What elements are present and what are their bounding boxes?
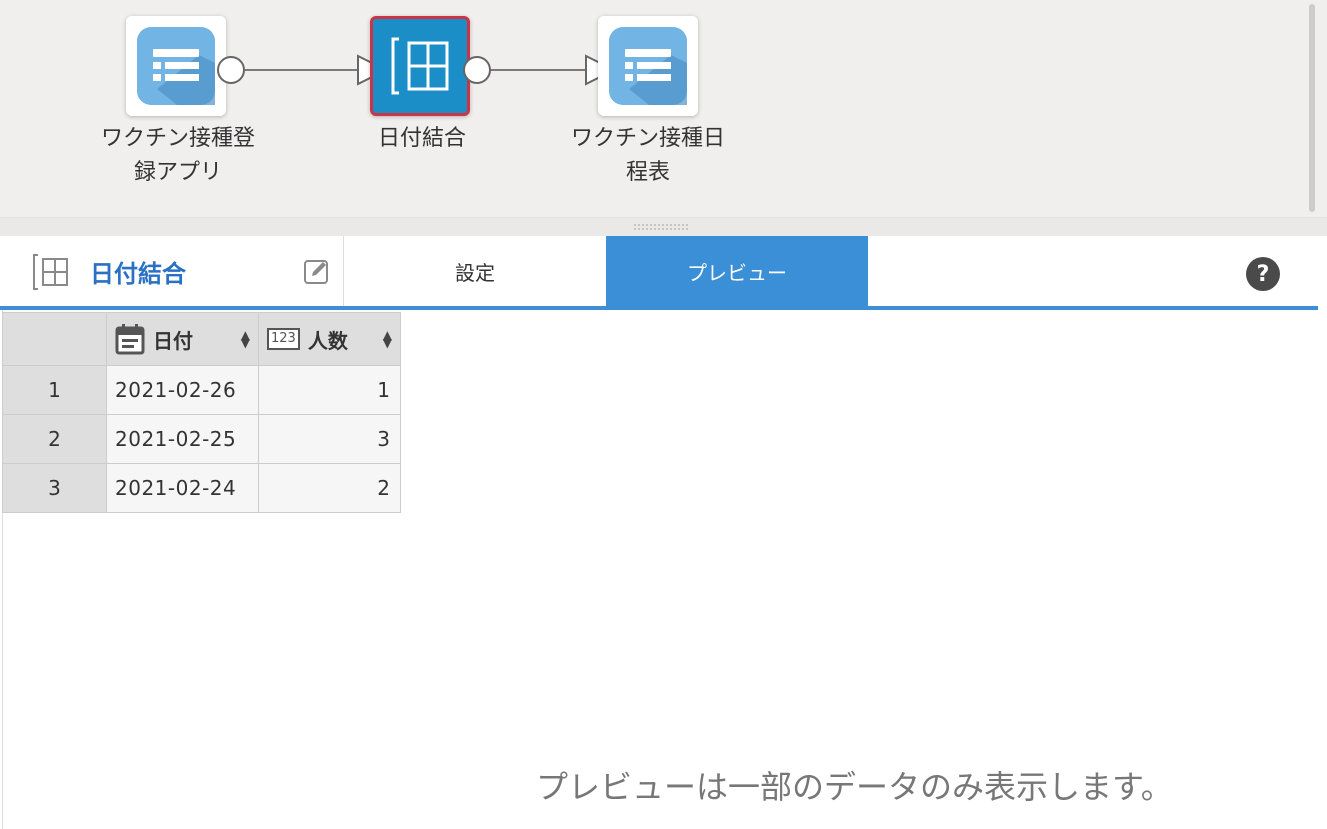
row-number: 2 [2, 414, 107, 464]
cell-count: 3 [258, 414, 401, 464]
flow-node-label-join: 日付結合 [332, 122, 512, 156]
table-row: 3 2021-02-24 2 [2, 463, 401, 513]
table-list-icon [609, 27, 687, 105]
preview-note: プレビューは一部のデータのみ表示します。 [536, 768, 1173, 806]
table-corner-cell [2, 312, 107, 366]
panel-title: 日付結合 [90, 260, 186, 288]
flow-node-source[interactable] [126, 16, 226, 116]
flow-canvas[interactable]: ワクチン接種登 録アプリ 日付結合 ワクチン接種日 程表 [0, 0, 1327, 218]
cell-count: 2 [258, 463, 401, 513]
label-line-1: ワクチン接種登 [100, 126, 255, 151]
tab-settings[interactable]: 設定 [344, 236, 606, 306]
table-row: 2 2021-02-25 3 [2, 414, 401, 464]
label-line-1: ワクチン接種日 [570, 126, 725, 151]
flow-node-join[interactable] [370, 16, 470, 116]
label-line-1: 日付結合 [377, 126, 466, 151]
panel-title-box: 日付結合 [0, 236, 344, 306]
flow-node-label-destination: ワクチン接種日 程表 [558, 122, 738, 190]
preview-table: 日付 ▲ ▼ 123 人数 ▲ ▼ 1 2021-02-26 1 2 2021-02… [2, 312, 401, 513]
join-grid-icon [391, 37, 449, 95]
canvas-scrollbar[interactable] [1309, 4, 1315, 212]
cell-date: 2021-02-24 [106, 463, 259, 513]
sort-icon[interactable]: ▲ ▼ [383, 329, 392, 349]
column-label: 人数 [307, 328, 348, 353]
calendar-icon [115, 324, 145, 355]
column-header-date[interactable]: 日付 ▲ ▼ [106, 312, 259, 366]
flow-node-destination[interactable] [598, 16, 698, 116]
table-header-row: 日付 ▲ ▼ 123 人数 ▲ ▼ [2, 312, 401, 366]
cell-count: 1 [258, 365, 401, 415]
number-123-icon: 123 [267, 328, 300, 350]
row-number: 1 [2, 365, 107, 415]
output-port-1[interactable] [217, 56, 245, 84]
splitter-grip-icon[interactable] [633, 223, 689, 231]
cell-date: 2021-02-26 [106, 365, 259, 415]
table-row: 1 2021-02-26 1 [2, 365, 401, 415]
output-port-2[interactable] [463, 56, 491, 84]
panel-header: 日付結合 設定 プレビュー [0, 236, 1318, 306]
edit-icon[interactable] [303, 257, 331, 285]
column-label: 日付 [153, 328, 193, 353]
join-grid-icon [33, 254, 68, 290]
label-line-2: 録アプリ [133, 160, 222, 185]
sort-icon[interactable]: ▲ ▼ [241, 329, 250, 349]
flow-node-label-source: ワクチン接種登 録アプリ [88, 122, 268, 190]
cell-date: 2021-02-25 [106, 414, 259, 464]
table-list-icon [137, 27, 215, 105]
help-icon[interactable]: ? [1246, 257, 1280, 291]
tab-preview[interactable]: プレビュー [606, 236, 868, 306]
label-line-2: 程表 [625, 160, 670, 185]
row-number: 3 [2, 463, 107, 513]
column-header-count[interactable]: 123 人数 ▲ ▼ [258, 312, 401, 366]
panel-splitter[interactable] [0, 218, 1327, 236]
